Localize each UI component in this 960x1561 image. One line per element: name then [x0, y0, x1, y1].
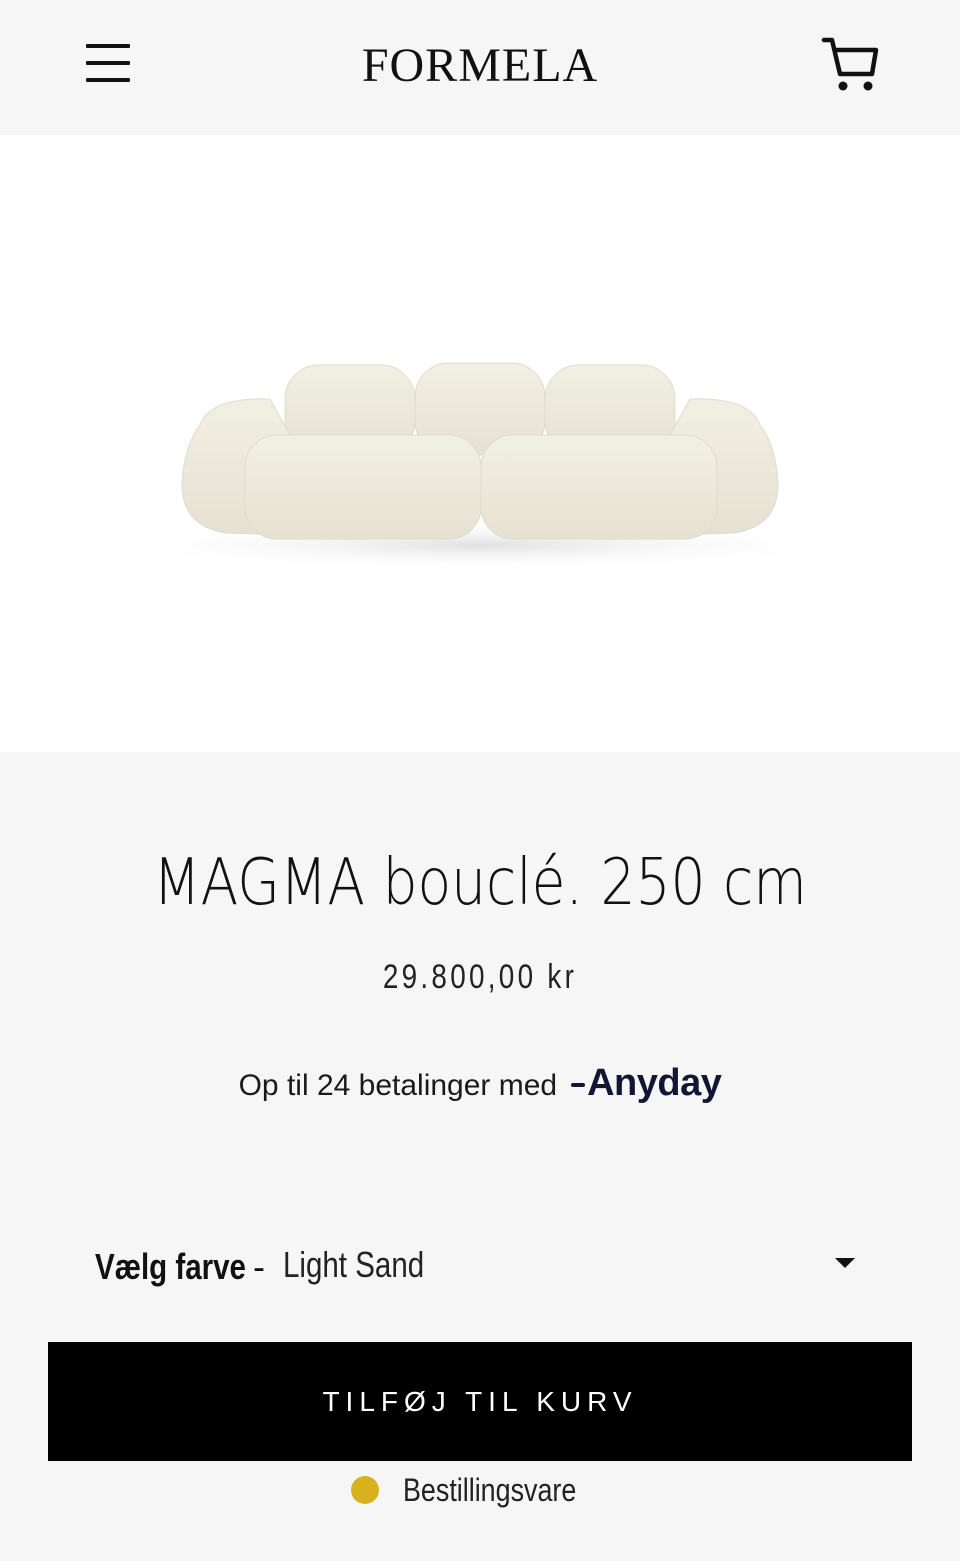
chevron-down-icon — [835, 1258, 855, 1268]
add-to-cart-button[interactable]: TILFØJ TIL KURV — [48, 1342, 912, 1461]
anyday-dash-icon — [571, 1082, 586, 1087]
product-image[interactable] — [0, 135, 960, 752]
product-title: MAGMA bouclé. 250 cm — [153, 846, 807, 920]
availability-status: Bestillingsvare — [0, 1468, 960, 1512]
color-select-value: Light Sand — [283, 1244, 425, 1285]
anyday-provider-name: Anyday — [587, 1062, 722, 1104]
product-price: 29.800,00 kr — [382, 958, 578, 996]
color-select-label: Vælg farve — [95, 1246, 246, 1287]
color-select[interactable]: Vælg farve - Light Sand — [95, 1240, 865, 1294]
anyday-logo: Anyday — [571, 1062, 722, 1104]
color-select-separator: - — [253, 1246, 265, 1287]
financing-info[interactable]: Op til 24 betalinger med Anyday — [0, 1062, 960, 1105]
financing-text: Op til 24 betalinger med — [238, 1069, 558, 1102]
availability-text: Bestillingsvare — [402, 1471, 577, 1508]
add-to-cart-label: TILFØJ TIL KURV — [322, 1385, 638, 1417]
site-logo[interactable]: FORMELA — [330, 36, 630, 96]
hamburger-menu-icon[interactable] — [80, 38, 136, 90]
shopping-cart-icon[interactable] — [818, 32, 882, 96]
status-dot-icon — [350, 1476, 379, 1504]
site-header: FORMELA — [0, 0, 960, 135]
